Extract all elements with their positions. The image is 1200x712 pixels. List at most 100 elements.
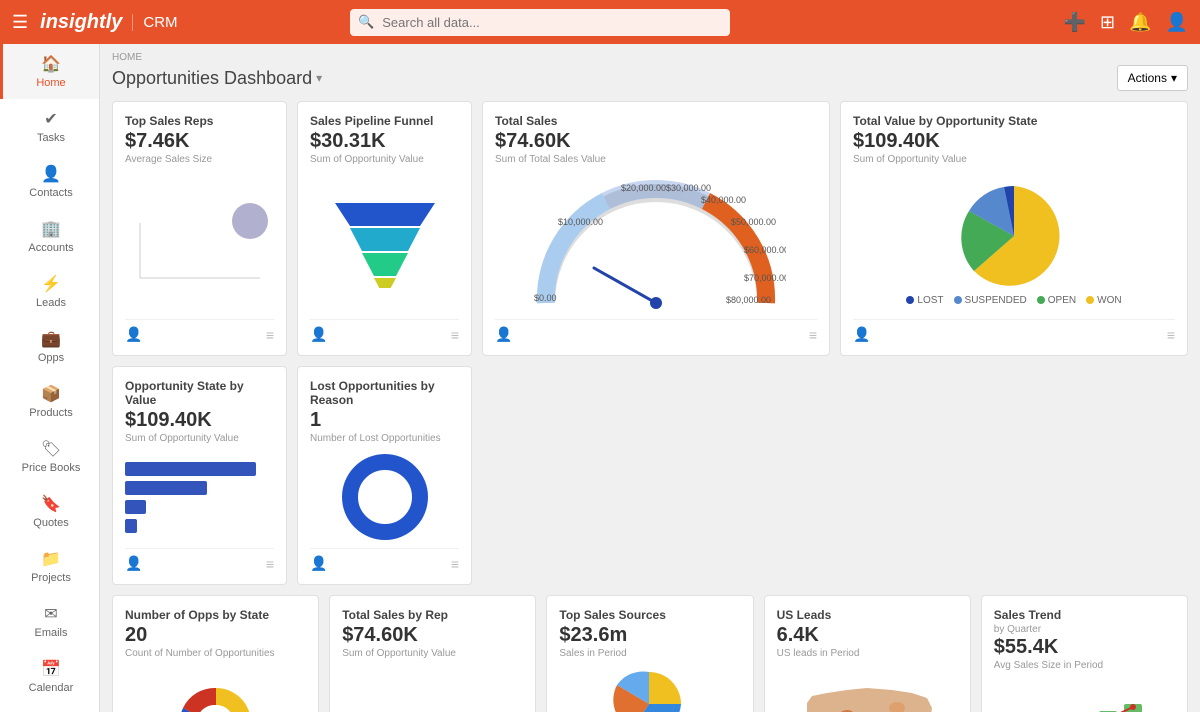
card-top-sources: Top Sales Sources $23.6m Sales in Period… <box>546 595 753 712</box>
sales-trend-subtitle: by Quarter <box>994 624 1175 635</box>
top-sales-title: Top Sales Reps <box>125 114 274 128</box>
sidebar-item-contacts[interactable]: 👤 Contacts <box>0 154 99 209</box>
total-sales-title: Total Sales <box>495 114 817 128</box>
person-icon: 👤 <box>125 326 142 343</box>
search-bar: 🔍 <box>350 9 730 36</box>
total-value-sub: Sum of Opportunity Value <box>853 154 1175 165</box>
sidebar-item-projects[interactable]: 📁 Projects <box>0 539 99 594</box>
person-icon-4: 👤 <box>853 326 870 343</box>
bell-icon[interactable]: 🔔 <box>1129 12 1151 33</box>
products-icon: 📦 <box>41 384 61 404</box>
top-sources-title: Top Sales Sources <box>559 608 740 622</box>
num-opps-sub: Count of Number of Opportunities <box>125 648 306 659</box>
actions-button[interactable]: Actions ▾ <box>1117 65 1188 91</box>
trend-svg <box>1014 689 1154 712</box>
main-content: HOME Opportunities Dashboard ▾ Actions ▾… <box>100 44 1200 712</box>
page-title: Opportunities Dashboard ▾ <box>112 68 322 89</box>
leads-icon: ⚡ <box>41 274 61 294</box>
sidebar-label-leads: Leads <box>36 297 66 309</box>
top-sales-footer: 👤 ≡ <box>125 319 274 343</box>
svg-text:$40,000.00: $40,000.00 <box>701 195 746 205</box>
sidebar-item-products[interactable]: 📦 Products <box>0 374 99 429</box>
top-sources-chart: United States India China Australia <box>559 667 740 712</box>
sidebar-label-projects: Projects <box>31 572 71 584</box>
pipeline-title: Sales Pipeline Funnel <box>310 114 459 128</box>
svg-text:$80,000.00: $80,000.00 <box>726 295 771 305</box>
svg-text:$60,000.00: $60,000.00 <box>744 245 786 255</box>
sidebar-label-products: Products <box>29 407 72 419</box>
main-layout: 🏠 Home ✔ Tasks 👤 Contacts 🏢 Accounts ⚡ L… <box>0 44 1200 712</box>
dropdown-arrow-icon[interactable]: ▾ <box>316 71 322 85</box>
num-opps-value: 20 <box>125 624 306 647</box>
home-icon: 🏠 <box>41 54 61 74</box>
legend-suspended-label: SUSPENDED <box>965 295 1027 306</box>
sidebar-item-dashboards[interactable]: 📊 Dashboards <box>0 704 99 712</box>
menu-icon-5[interactable]: ≡ <box>266 556 274 572</box>
sidebar-item-leads[interactable]: ⚡ Leads <box>0 264 99 319</box>
user-icon[interactable]: 👤 <box>1166 12 1188 33</box>
grid-icon[interactable]: ⊞ <box>1100 12 1115 33</box>
sidebar-label-contacts: Contacts <box>29 187 72 199</box>
sidebar-item-quotes[interactable]: 🔖 Quotes <box>0 484 99 539</box>
lost-opps-title: Lost Opportunities by Reason <box>310 379 459 407</box>
sidebar-item-accounts[interactable]: 🏢 Accounts <box>0 209 99 264</box>
top-nav: ☰ insightly CRM 🔍 ➕ ⊞ 🔔 👤 <box>0 0 1200 44</box>
sidebar-item-opps[interactable]: 💼 Opps <box>0 319 99 374</box>
top-sources-pie-svg <box>607 667 692 712</box>
add-icon[interactable]: ➕ <box>1064 12 1086 33</box>
person-icon-5: 👤 <box>125 555 142 572</box>
search-input[interactable] <box>350 9 730 36</box>
total-value-title: Total Value by Opportunity State <box>853 114 1175 128</box>
legend-open-label: OPEN <box>1048 295 1076 306</box>
legend-open: OPEN <box>1037 295 1076 306</box>
lost-opps-sub: Number of Lost Opportunities <box>310 433 459 444</box>
legend-won-label: WON <box>1097 295 1121 306</box>
menu-icon-3[interactable]: ≡ <box>809 327 817 343</box>
sidebar-item-pricebooks[interactable]: 🏷 Price Books <box>0 429 99 484</box>
total-value-footer: 👤 ≡ <box>853 319 1175 343</box>
lost-opps-footer: 👤 ≡ <box>310 548 459 572</box>
sidebar-item-calendar[interactable]: 📅 Calendar <box>0 649 99 704</box>
pipeline-sub: Sum of Opportunity Value <box>310 154 459 165</box>
gauge-svg: $0.00 $10,000.00 $20,000.00 $30,000.00 $… <box>526 173 786 313</box>
nav-icons: ➕ ⊞ 🔔 👤 <box>1064 12 1188 33</box>
menu-icon-2[interactable]: ≡ <box>451 327 459 343</box>
sales-trend-title: Sales Trend <box>994 608 1175 622</box>
menu-icon-4[interactable]: ≡ <box>1167 327 1175 343</box>
sidebar-item-tasks[interactable]: ✔ Tasks <box>0 99 99 154</box>
card-top-sales: Top Sales Reps $7.46K Average Sales Size… <box>112 101 287 356</box>
funnel-svg <box>320 198 450 288</box>
us-leads-map <box>777 667 958 712</box>
us-map-svg <box>792 678 942 712</box>
breadcrumb: HOME <box>112 52 1188 63</box>
pipeline-footer: 👤 ≡ <box>310 319 459 343</box>
num-opps-donut-svg <box>171 678 261 712</box>
menu-icon-6[interactable]: ≡ <box>451 556 459 572</box>
hamburger-icon[interactable]: ☰ <box>12 12 28 33</box>
lost-opps-value: 1 <box>310 409 459 432</box>
top-sources-sub: Sales in Period <box>559 648 740 659</box>
dashboard-row-2: Opportunity State by Value $109.40K Sum … <box>112 366 1188 585</box>
pie-legend: LOST SUSPENDED OPEN <box>906 295 1121 306</box>
lost-opps-chart <box>310 452 459 542</box>
sales-trend-chart <box>994 679 1175 712</box>
card-opp-state: Opportunity State by Value $109.40K Sum … <box>112 366 287 585</box>
dashboard-row-3: Number of Opps by State 20 Count of Numb… <box>112 595 1188 712</box>
card-us-leads: US Leads 6.4K US leads in Period <box>764 595 971 712</box>
svg-text:$20,000.00: $20,000.00 <box>621 183 666 193</box>
total-by-rep-chart <box>342 667 523 712</box>
card-total-by-rep: Total Sales by Rep $74.60K Sum of Opport… <box>329 595 536 712</box>
top-sales-value: $7.46K <box>125 130 274 153</box>
svg-text:$0.00: $0.00 <box>534 293 557 303</box>
pipeline-value: $30.31K <box>310 130 459 153</box>
accounts-icon: 🏢 <box>41 219 61 239</box>
sidebar-label-quotes: Quotes <box>33 517 68 529</box>
contacts-icon: 👤 <box>41 164 61 184</box>
total-sales-footer: 👤 ≡ <box>495 319 817 343</box>
legend-lost-label: LOST <box>917 295 943 306</box>
sidebar-item-home[interactable]: 🏠 Home <box>0 44 99 99</box>
crm-label: CRM <box>132 14 177 31</box>
menu-icon[interactable]: ≡ <box>266 327 274 343</box>
sidebar-item-emails[interactable]: ✉ Emails <box>0 594 99 649</box>
sidebar-label-home: Home <box>36 77 65 89</box>
